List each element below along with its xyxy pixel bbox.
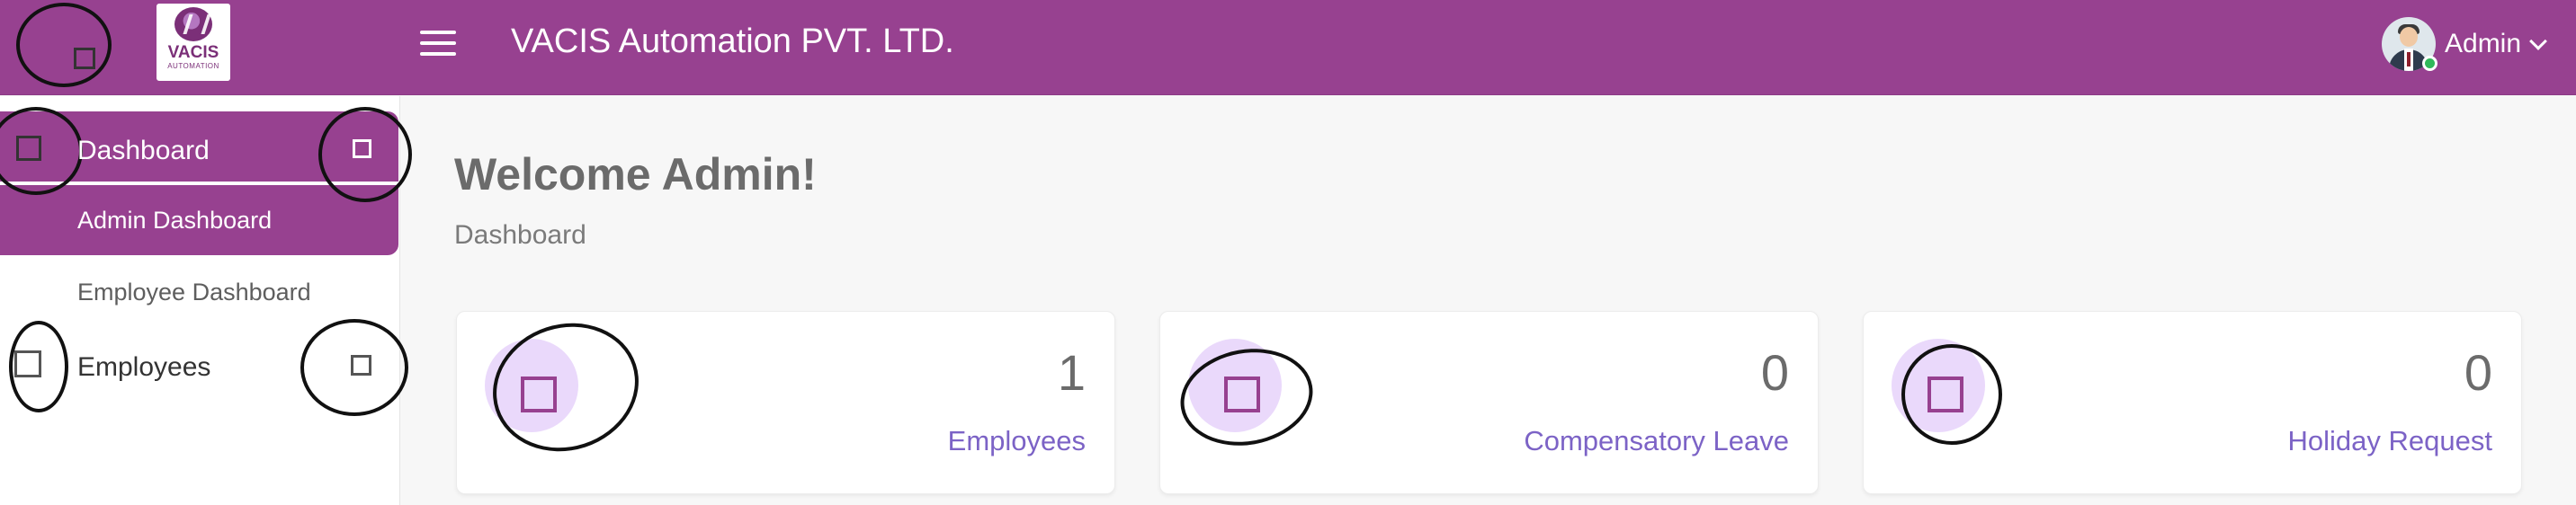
square-icon [14, 350, 41, 377]
card-value: 0 [1760, 344, 1789, 401]
avatar-head [2400, 27, 2418, 47]
company-name: VACIS Automation PVT. LTD. [511, 22, 954, 60]
avatar-tie [2407, 52, 2411, 66]
hamburger-line [420, 31, 456, 34]
sidebar-item-label: Dashboard [77, 136, 210, 165]
square-icon[interactable] [353, 139, 371, 158]
card-label: Holiday Request [2287, 425, 2492, 456]
square-icon [1928, 377, 1963, 412]
sidebar-subitem-label: Admin Dashboard [77, 207, 273, 234]
card-label: Employees [947, 425, 1086, 456]
hamburger-line [420, 52, 456, 56]
card-value: 0 [2464, 344, 2492, 401]
user-menu[interactable]: Admin [2382, 16, 2562, 72]
online-status-dot [2422, 56, 2437, 71]
logo-emblem [174, 7, 212, 41]
hamburger-line [420, 41, 456, 45]
sidebar: Dashboard Admin Dashboard Employee Dashb… [0, 96, 412, 505]
square-icon [16, 136, 41, 161]
square-icon [74, 48, 95, 69]
square-icon [1224, 377, 1260, 412]
square-icon[interactable] [351, 355, 371, 376]
hamburger-menu-button[interactable] [418, 27, 458, 59]
chevron-down-icon[interactable] [2529, 32, 2547, 50]
user-name[interactable]: Admin [2445, 29, 2521, 59]
company-logo[interactable]: VACIS AUTOMATION [157, 4, 230, 81]
breadcrumb[interactable]: Dashboard [454, 220, 586, 251]
stat-card-holiday-request[interactable]: 0 Holiday Request [1863, 311, 2522, 494]
logo-text: VACIS [167, 43, 219, 62]
stat-card-employees[interactable]: 1 Employees [456, 305, 1115, 494]
brand-placeholder[interactable] [22, 16, 102, 79]
sidebar-item-employees[interactable]: Employees [77, 352, 210, 383]
logo-subtext: AUTOMATION [167, 62, 219, 70]
card-value: 1 [1057, 344, 1086, 401]
stat-card-compensatory-leave[interactable]: 0 Compensatory Leave [1159, 311, 1819, 494]
page-title: Welcome Admin! [454, 149, 817, 199]
card-label: Compensatory Leave [1524, 425, 1789, 456]
sidebar-subitem-employee-dashboard[interactable]: Employee Dashboard [77, 279, 311, 306]
top-header: VACIS AUTOMATION VACIS Automation PVT. L… [0, 0, 2576, 95]
square-icon [521, 377, 557, 412]
